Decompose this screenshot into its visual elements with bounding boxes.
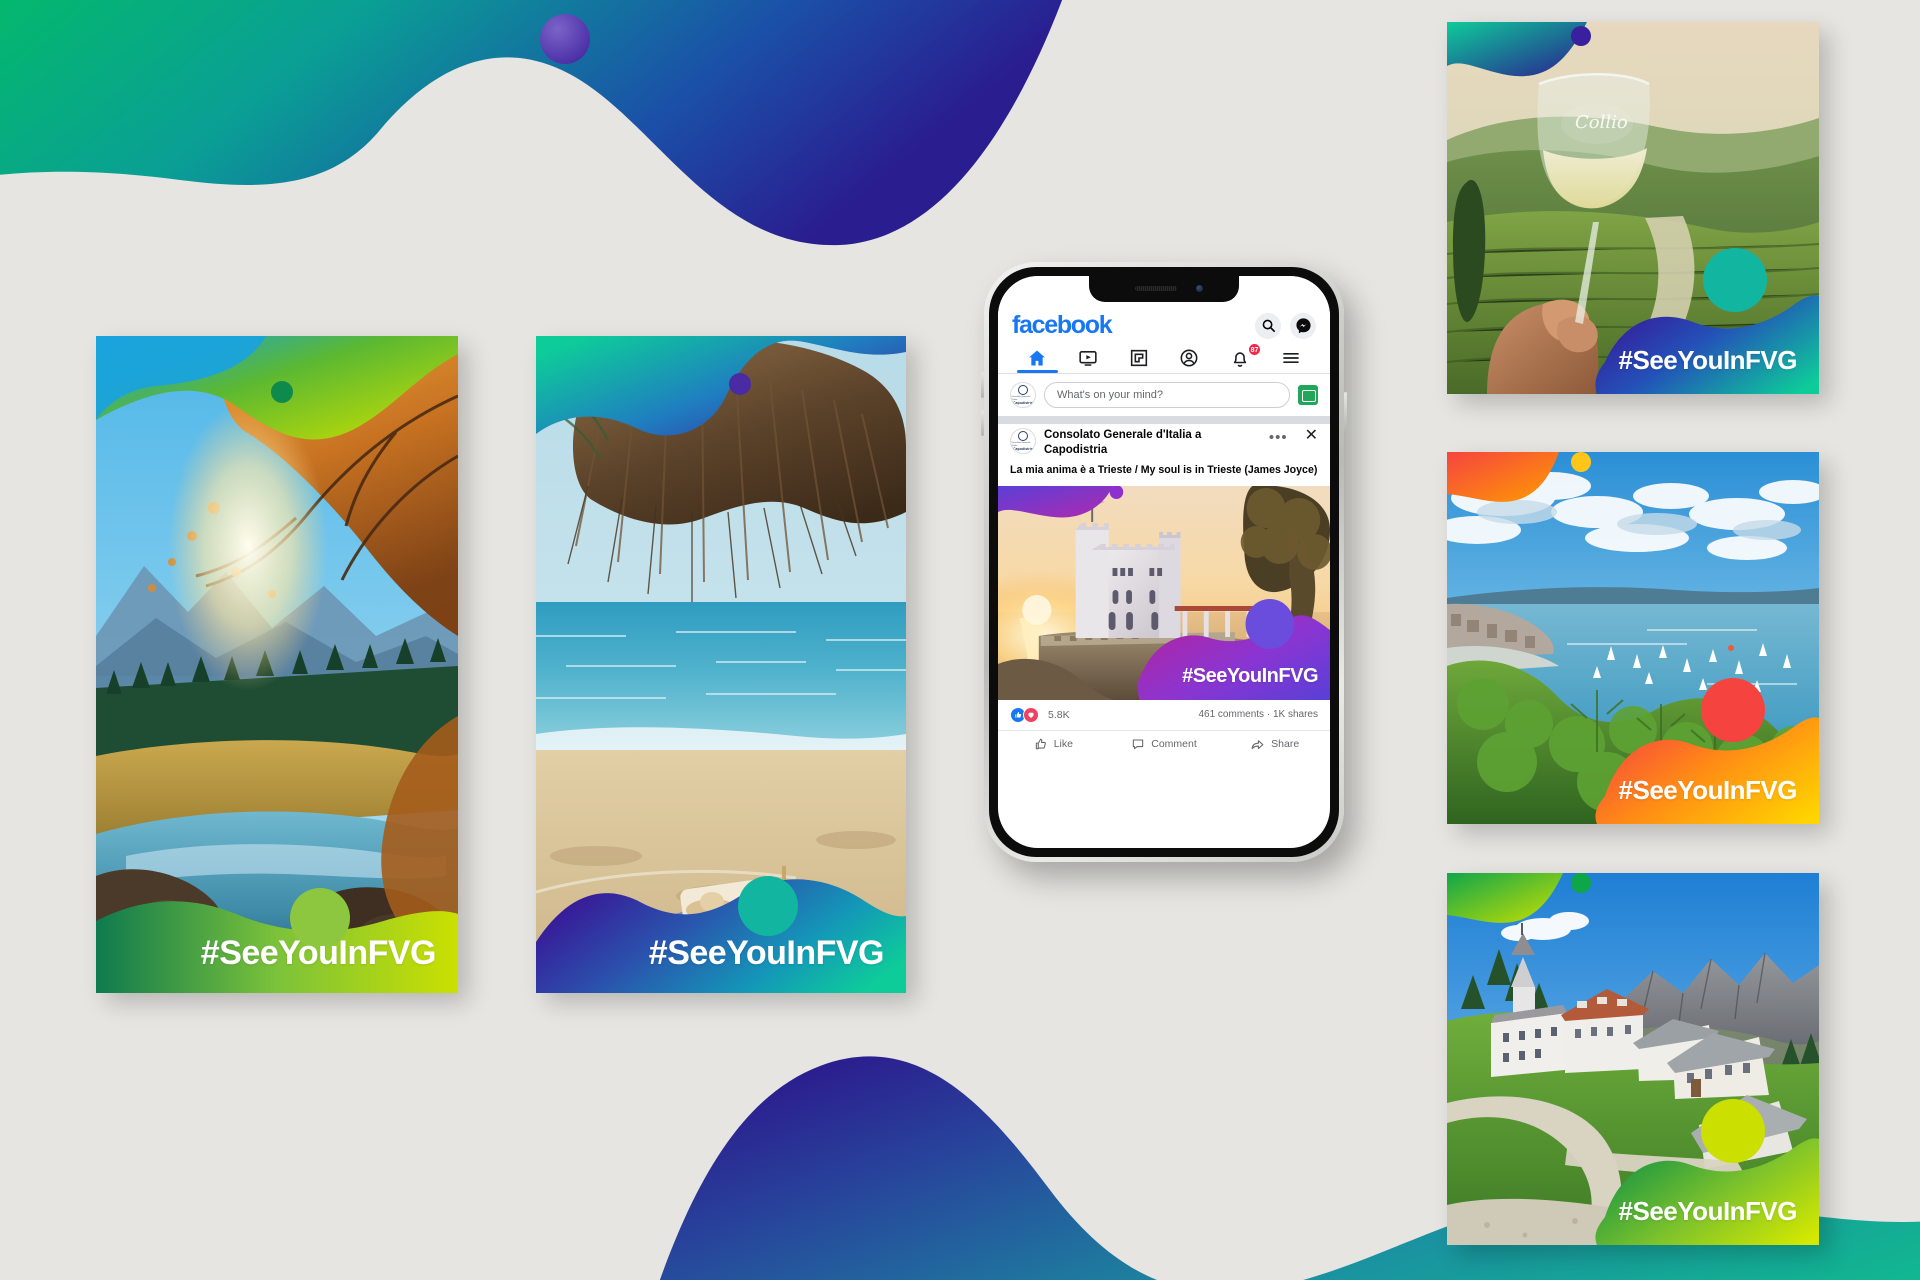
notification-badge: 87 [1247, 343, 1262, 356]
beach-card-brand-overlay [536, 336, 906, 993]
square-card-mountain-village[interactable]: #SeeYouInFVG [1447, 873, 1819, 1245]
poster-card-beach[interactable]: #SeeYouInFVG [536, 336, 906, 993]
share-label: Share [1271, 738, 1300, 751]
post-header: Consolato Generale d'Italia Capodistria … [998, 418, 1330, 461]
comments-shares-summary[interactable]: 461 comments · 1K shares [1198, 709, 1318, 720]
sidebar-item-notifications[interactable]: 87 [1215, 343, 1266, 373]
share-button[interactable]: Share [1219, 737, 1330, 752]
sidebar-item-profile[interactable] [1164, 348, 1215, 373]
feed-gap [998, 416, 1330, 424]
ellipsis-icon[interactable]: ••• [1269, 428, 1288, 445]
hashtag-label: #SeeYouInFVG [648, 934, 885, 972]
poster-card-autumn-lake[interactable]: #SeeYouInFVG [96, 336, 458, 993]
home-tab-underline [1017, 370, 1058, 373]
square-card-wine-glass[interactable]: Collio #SeeYouInFVG [1447, 22, 1819, 394]
avatar[interactable]: Consolato Generale d'Italia Capodistria [1010, 382, 1036, 408]
autumn-card-brand-overlay [96, 336, 458, 993]
reaction-count: 5.8K [1048, 708, 1070, 721]
sidebar-item-home[interactable] [1012, 348, 1063, 373]
comment-button[interactable]: Comment [1109, 737, 1220, 752]
messenger-icon[interactable] [1290, 312, 1316, 339]
comment-count: 461 comments [1198, 709, 1265, 721]
like-button[interactable]: Like [998, 737, 1109, 752]
comment-label: Comment [1151, 738, 1197, 751]
emblem-icon [1018, 431, 1028, 442]
like-label: Like [1053, 738, 1073, 751]
hashtag-label: #SeeYouInFVG [200, 934, 437, 972]
earpiece-speaker [1135, 286, 1177, 291]
heart-filled-icon [1023, 706, 1039, 723]
search-icon[interactable] [1255, 312, 1281, 339]
composer-input[interactable]: What's on your mind? [1044, 382, 1290, 408]
menu-tab-underline [1270, 370, 1311, 373]
scene-root: #SeeYouInFVG #SeeYouInFVG Collio #SeeYou… [0, 0, 1920, 1280]
share-count: 1K shares [1272, 709, 1318, 721]
phone-volume-up-button[interactable] [981, 372, 984, 398]
avatar-label: Capodistria [1013, 400, 1033, 405]
sidebar-item-gaming[interactable] [1113, 348, 1164, 373]
post-author-name[interactable]: Consolato Generale d'Italia a Capodistri… [1044, 428, 1261, 457]
gaming-tab-underline [1118, 370, 1159, 373]
sidebar-item-watch[interactable] [1063, 348, 1114, 373]
facebook-brand-row: facebook [998, 305, 1330, 342]
village-card-brand-overlay [1447, 873, 1819, 1245]
post-author-avatar[interactable]: Consolato Generale d'Italia Capodistria [1010, 428, 1036, 454]
phone-volume-down-button[interactable] [981, 410, 984, 436]
front-camera [1196, 285, 1203, 292]
sidebar-item-menu[interactable] [1265, 348, 1316, 373]
reaction-summary[interactable]: 5.8K [1010, 706, 1070, 723]
watch-tab-underline [1068, 370, 1109, 373]
hashtag-label: #SeeYouInFVG [1618, 345, 1798, 375]
post-composer: Consolato Generale d'Italia Capodistria … [998, 374, 1330, 416]
notifications-tab-underline [1220, 370, 1261, 373]
hashtag-label: #SeeYouInFVG [1618, 1196, 1798, 1226]
post-action-bar: Like Comment Share [998, 729, 1330, 760]
phone-body: facebook 87 Consolato Generale d'Italia … [989, 267, 1339, 857]
phone-notch [1089, 276, 1239, 302]
composer-placeholder: What's on your mind? [1057, 389, 1164, 401]
wine-card-brand-overlay [1447, 22, 1819, 394]
feed-post: Consolato Generale d'Italia Capodistria … [998, 418, 1330, 760]
square-card-trieste-coast[interactable]: #SeeYouInFVG [1447, 452, 1819, 824]
close-icon[interactable]: ✕ [1296, 428, 1318, 444]
post-media[interactable]: #SeeYouInFVG [998, 485, 1330, 700]
background-dot-purple [540, 14, 590, 64]
post-body-text: La mia anima è a Trieste / My soul is in… [1010, 464, 1318, 477]
header-actions [1255, 312, 1316, 339]
phone-screen: facebook 87 Consolato Generale d'Italia … [998, 276, 1330, 848]
hashtag-label: #SeeYouInFVG [1182, 664, 1318, 687]
hashtag-label: #SeeYouInFVG [1618, 775, 1798, 805]
post-engagement-stats: 5.8K 461 comments · 1K shares [998, 700, 1330, 730]
facebook-tab-bar: 87 [998, 342, 1330, 373]
phone-power-button[interactable] [1344, 392, 1347, 432]
profile-tab-underline [1169, 370, 1210, 373]
smartphone-mockup: facebook 87 Consolato Generale d'Italia … [981, 262, 1347, 862]
stats-separator: · [1266, 709, 1271, 721]
emblem-icon [1018, 385, 1028, 396]
facebook-logo[interactable]: facebook [1012, 311, 1113, 340]
avatar-label: Capodistria [1013, 446, 1033, 451]
photo-icon[interactable] [1298, 385, 1318, 405]
coast-card-brand-overlay [1447, 452, 1819, 824]
